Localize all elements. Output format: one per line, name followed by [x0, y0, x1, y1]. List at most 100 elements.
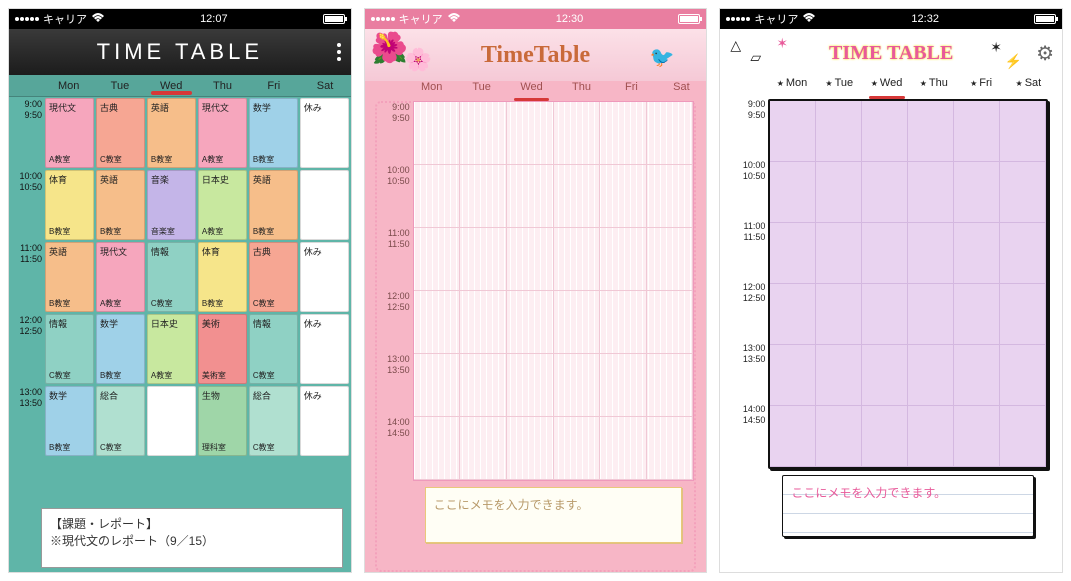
schedule-cell[interactable] [507, 165, 554, 227]
schedule-cell[interactable] [770, 223, 816, 283]
day-header[interactable]: Thu [197, 75, 248, 96]
schedule-cell[interactable] [600, 354, 647, 416]
schedule-cell[interactable] [554, 354, 601, 416]
schedule-cell[interactable] [414, 354, 461, 416]
schedule-cell[interactable] [600, 291, 647, 353]
day-header[interactable]: Sat [1005, 77, 1052, 99]
schedule-cell[interactable] [1000, 162, 1046, 222]
schedule-grid[interactable] [768, 99, 1048, 469]
schedule-cell[interactable] [954, 101, 1000, 161]
schedule-cell[interactable] [647, 102, 694, 164]
schedule-cell[interactable] [460, 291, 507, 353]
schedule-cell[interactable]: 情報C教室 [249, 314, 298, 384]
schedule-cell[interactable] [300, 170, 349, 240]
schedule-cell[interactable]: 美術美術室 [198, 314, 247, 384]
schedule-cell[interactable]: 休み [300, 98, 349, 168]
schedule-cell[interactable]: 数学B教室 [45, 386, 94, 456]
schedule-cell[interactable]: 現代文A教室 [198, 98, 247, 168]
schedule-cell[interactable] [460, 102, 507, 164]
schedule-cell[interactable] [507, 102, 554, 164]
schedule-cell[interactable] [862, 406, 908, 466]
schedule-cell[interactable] [414, 291, 461, 353]
day-header[interactable]: Fri [606, 81, 656, 101]
schedule-cell[interactable]: 日本史A教室 [147, 314, 196, 384]
day-header[interactable]: Mon [43, 75, 94, 96]
schedule-cell[interactable] [954, 162, 1000, 222]
schedule-cell[interactable] [414, 165, 461, 227]
schedule-cell[interactable] [908, 223, 954, 283]
schedule-cell[interactable] [954, 345, 1000, 405]
settings-button[interactable]: ⚙ [1036, 41, 1054, 66]
schedule-cell[interactable] [600, 102, 647, 164]
day-header[interactable]: Sat [299, 75, 350, 96]
day-header[interactable]: Thu [910, 77, 957, 99]
schedule-cell[interactable] [816, 101, 862, 161]
schedule-cell[interactable]: 英語B教室 [147, 98, 196, 168]
schedule-cell[interactable] [862, 162, 908, 222]
schedule-cell[interactable] [816, 162, 862, 222]
memo-box[interactable]: ここにメモを入力できます。 [425, 487, 683, 543]
schedule-cell[interactable] [1000, 284, 1046, 344]
schedule-cell[interactable] [460, 228, 507, 290]
schedule-cell[interactable] [554, 228, 601, 290]
memo-box[interactable]: 【課題・レポート】 ※現代文のレポート（9／15） [41, 508, 343, 568]
day-header[interactable]: Thu [557, 81, 607, 101]
schedule-cell[interactable]: 休み [300, 386, 349, 456]
schedule-cell[interactable] [1000, 223, 1046, 283]
schedule-cell[interactable] [414, 417, 461, 479]
schedule-cell[interactable] [507, 291, 554, 353]
day-header[interactable]: Wed [863, 77, 910, 99]
schedule-cell[interactable] [507, 228, 554, 290]
schedule-cell[interactable] [770, 345, 816, 405]
schedule-cell[interactable] [600, 417, 647, 479]
schedule-cell[interactable] [908, 162, 954, 222]
schedule-cell[interactable] [816, 345, 862, 405]
schedule-cell[interactable] [862, 223, 908, 283]
schedule-cell[interactable] [1000, 406, 1046, 466]
schedule-cell[interactable] [862, 345, 908, 405]
schedule-cell[interactable] [908, 345, 954, 405]
day-header[interactable]: Wed [146, 75, 197, 96]
schedule-cell[interactable] [908, 101, 954, 161]
schedule-cell[interactable] [954, 284, 1000, 344]
schedule-grid[interactable] [413, 101, 695, 481]
schedule-cell[interactable] [1000, 101, 1046, 161]
schedule-cell[interactable] [1000, 345, 1046, 405]
schedule-cell[interactable] [954, 223, 1000, 283]
schedule-cell[interactable]: 現代文A教室 [45, 98, 94, 168]
schedule-cell[interactable] [770, 284, 816, 344]
schedule-cell[interactable]: 日本史A教室 [198, 170, 247, 240]
schedule-cell[interactable] [507, 417, 554, 479]
schedule-cell[interactable]: 総合C教室 [249, 386, 298, 456]
day-header[interactable]: Wed [507, 81, 557, 101]
schedule-cell[interactable] [554, 165, 601, 227]
schedule-cell[interactable]: 休み [300, 314, 349, 384]
schedule-cell[interactable] [647, 417, 694, 479]
schedule-cell[interactable] [507, 354, 554, 416]
schedule-cell[interactable]: 英語B教室 [45, 242, 94, 312]
day-header[interactable]: Fri [957, 77, 1004, 99]
schedule-cell[interactable]: 総合C教室 [96, 386, 145, 456]
schedule-cell[interactable] [908, 406, 954, 466]
schedule-cell[interactable] [460, 354, 507, 416]
schedule-cell[interactable] [770, 101, 816, 161]
day-header[interactable]: Mon [768, 77, 815, 99]
schedule-cell[interactable] [770, 162, 816, 222]
schedule-cell[interactable] [954, 406, 1000, 466]
day-header[interactable]: Sat [656, 81, 706, 101]
day-header[interactable]: Fri [248, 75, 299, 96]
day-header[interactable]: Tue [94, 75, 145, 96]
schedule-cell[interactable] [460, 417, 507, 479]
schedule-cell[interactable]: 英語B教室 [249, 170, 298, 240]
schedule-cell[interactable]: 現代文A教室 [96, 242, 145, 312]
schedule-cell[interactable] [816, 223, 862, 283]
schedule-cell[interactable] [414, 228, 461, 290]
menu-button[interactable] [337, 43, 341, 61]
schedule-cell[interactable] [770, 406, 816, 466]
schedule-cell[interactable] [816, 284, 862, 344]
schedule-cell[interactable] [554, 417, 601, 479]
schedule-cell[interactable]: 休み [300, 242, 349, 312]
schedule-cell[interactable]: 古典C教室 [96, 98, 145, 168]
schedule-cell[interactable] [862, 101, 908, 161]
schedule-cell[interactable] [647, 354, 694, 416]
